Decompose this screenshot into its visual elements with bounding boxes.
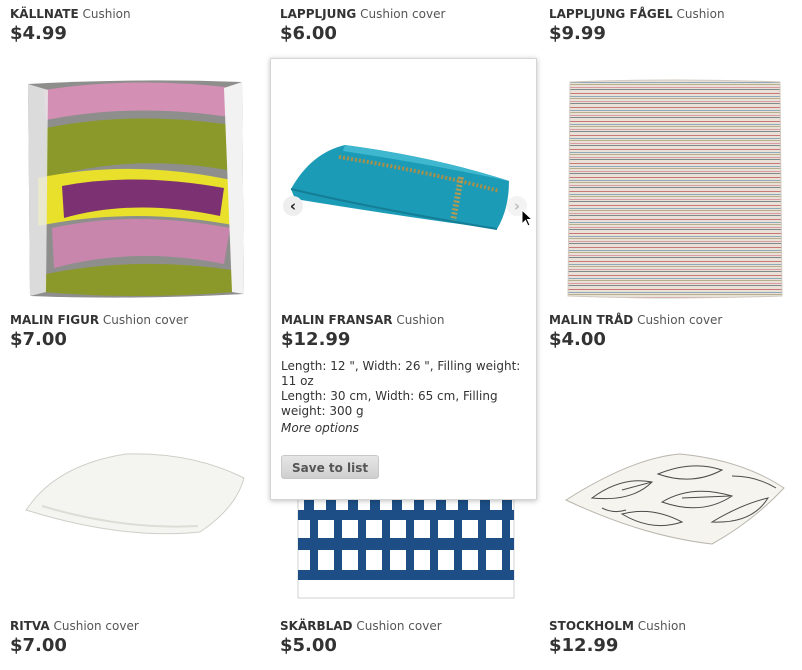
product-image-malin-figur[interactable] <box>24 78 246 300</box>
dimensions-imperial: Length: 12 ", Width: 26 ", Filling weigh… <box>281 359 521 388</box>
product-price: $6.00 <box>280 23 337 44</box>
product-price: $4.00 <box>549 329 606 350</box>
product-malin-trad[interactable]: MALIN TRÅD Cushion cover $4.00 <box>549 313 722 350</box>
product-price: $12.99 <box>549 635 619 656</box>
product-price: $5.00 <box>280 635 337 656</box>
previous-image-button[interactable]: ‹ <box>283 196 303 216</box>
more-options-link[interactable]: More options <box>281 421 359 435</box>
product-name[interactable]: KÄLLNATE Cushion <box>10 7 131 22</box>
chevron-left-icon: ‹ <box>289 197 297 215</box>
product-name[interactable]: RITVA Cushion cover <box>10 619 139 634</box>
chevron-right-icon: › <box>513 197 521 215</box>
product-image-malin-trad[interactable] <box>564 78 786 300</box>
product-name[interactable]: MALIN TRÅD Cushion cover <box>549 313 722 328</box>
product-image-malin-fransar[interactable] <box>285 135 517 231</box>
product-hover-card: ‹ › MALIN FRANSAR Cushion $12.99 Length:… <box>270 58 537 500</box>
product-price: $7.00 <box>10 329 67 350</box>
product-image-stockholm[interactable] <box>562 452 788 548</box>
product-stockholm[interactable]: STOCKHOLM Cushion $12.99 <box>549 619 686 656</box>
product-price: $9.99 <box>549 23 606 44</box>
product-name[interactable]: SKÄRBLAD Cushion cover <box>280 619 442 634</box>
product-name[interactable]: STOCKHOLM Cushion <box>549 619 686 634</box>
product-image-ritva[interactable] <box>22 448 248 544</box>
product-lappljung[interactable]: LAPPLJUNG Cushion cover $6.00 <box>280 7 445 44</box>
product-malin-figur[interactable]: MALIN FIGUR Cushion cover $7.00 <box>10 313 188 350</box>
save-to-list-button[interactable]: Save to list <box>281 455 380 479</box>
product-ritva[interactable]: RITVA Cushion cover $7.00 <box>10 619 139 656</box>
dimensions-metric: Length: 30 cm, Width: 65 cm, Filling wei… <box>281 389 498 418</box>
product-name[interactable]: LAPPLJUNG FÅGEL Cushion <box>549 7 725 22</box>
product-price: $4.99 <box>10 23 67 44</box>
product-image-skarblad[interactable] <box>296 490 518 602</box>
product-name[interactable]: MALIN FIGUR Cushion cover <box>10 313 188 328</box>
product-skarblad[interactable]: SKÄRBLAD Cushion cover $5.00 <box>280 619 442 656</box>
product-name[interactable]: MALIN FRANSAR Cushion <box>281 313 531 328</box>
product-malin-fransar[interactable]: MALIN FRANSAR Cushion $12.99 <box>281 313 531 350</box>
product-kallnate[interactable]: KÄLLNATE Cushion $4.99 <box>10 7 131 44</box>
product-lappljung-fagel[interactable]: LAPPLJUNG FÅGEL Cushion $9.99 <box>549 7 725 44</box>
mouse-cursor-icon <box>521 209 533 227</box>
product-price: $7.00 <box>10 635 67 656</box>
product-price: $12.99 <box>281 329 351 350</box>
product-name[interactable]: LAPPLJUNG Cushion cover <box>280 7 445 22</box>
product-description: Length: 12 ", Width: 26 ", Filling weigh… <box>281 359 531 419</box>
